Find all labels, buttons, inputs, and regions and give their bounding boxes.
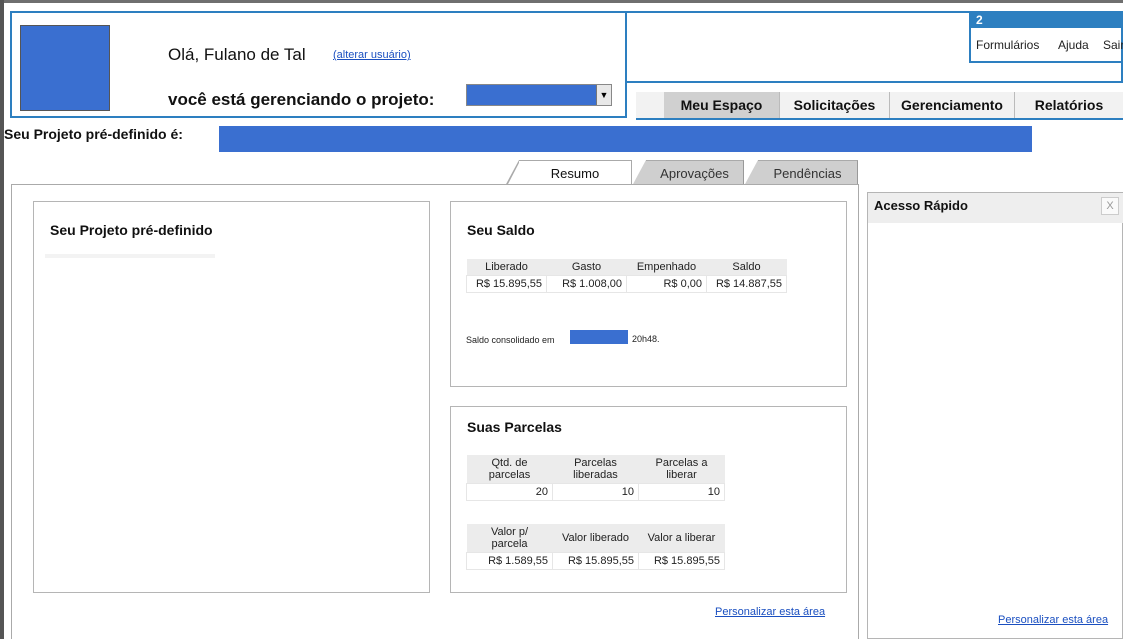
avatar: [20, 25, 110, 111]
nav-solicitacoes[interactable]: Solicitações: [780, 92, 890, 118]
value-parcelas-liberadas: 10: [552, 483, 639, 501]
default-project-value: [219, 126, 1032, 152]
left-border: [0, 0, 4, 639]
chevron-down-icon[interactable]: ▼: [596, 85, 611, 105]
balance-date: [570, 330, 628, 344]
menu-sair[interactable]: Sair: [1103, 38, 1123, 52]
value-valor-a-liberar: R$ 15.895,55: [638, 552, 725, 570]
balance-title: Seu Saldo: [467, 222, 535, 238]
customize-area-link[interactable]: Personalizar esta área: [715, 606, 825, 618]
installments-title: Suas Parcelas: [467, 419, 562, 435]
menu-formularios[interactable]: Formulários: [976, 38, 1039, 52]
col-liberado: Liberado: [466, 259, 547, 276]
quick-access-panel: [867, 192, 1123, 639]
value-gasto: R$ 1.008,00: [546, 275, 627, 293]
callout-badge: 2: [971, 13, 1121, 28]
balance-time: 20h48.: [632, 334, 660, 344]
col-valor-parcela: Valor p/ parcela: [466, 524, 553, 553]
value-valor-liberado: R$ 15.895,55: [552, 552, 639, 570]
value-saldo: R$ 14.887,55: [706, 275, 787, 293]
default-project-box: [33, 201, 430, 593]
greeting-text: Olá, Fulano de Tal: [168, 45, 306, 64]
nav-relatorios[interactable]: Relatórios: [1015, 92, 1123, 118]
tab-pendencias[interactable]: Pendências: [758, 160, 858, 186]
quick-access-title: Acesso Rápido: [874, 198, 968, 213]
col-parcelas-liberadas: Parcelas liberadas: [552, 455, 639, 484]
col-valor-liberado: Valor liberado: [552, 524, 639, 553]
installments-values-table: Valor p/ parcela Valor liberado Valor a …: [466, 524, 725, 570]
value-parcelas-a-liberar: 10: [638, 483, 725, 501]
default-project-label: Seu Projeto pré-definido é:: [4, 126, 183, 142]
col-saldo: Saldo: [706, 259, 787, 276]
menu-ajuda[interactable]: Ajuda: [1058, 38, 1089, 52]
col-parcelas-a-liberar: Parcelas a liberar: [638, 455, 725, 484]
managing-project-label: você está gerenciando o projeto:: [168, 90, 435, 109]
installments-table: Qtd. de parcelas Parcelas liberadas Parc…: [466, 455, 725, 501]
value-qtd-parcelas: 20: [466, 483, 553, 501]
quick-access-customize-link[interactable]: Personalizar esta área: [998, 614, 1108, 626]
balance-note: Saldo consolidado em: [466, 335, 555, 345]
change-user-link[interactable]: (alterar usuário): [333, 49, 411, 61]
balance-table: Liberado Gasto Empenhado Saldo R$ 15.895…: [466, 259, 787, 293]
default-project-title: Seu Projeto pré-definido: [50, 222, 213, 238]
tab-resumo[interactable]: Resumo: [519, 160, 632, 186]
project-select[interactable]: [466, 84, 612, 106]
value-valor-parcela: R$ 1.589,55: [466, 552, 553, 570]
col-gasto: Gasto: [546, 259, 627, 276]
tab-edge: [632, 160, 646, 186]
divider: [45, 254, 215, 258]
col-qtd-parcelas: Qtd. de parcelas: [466, 455, 553, 484]
tab-aprovacoes[interactable]: Aprovações: [646, 160, 744, 186]
nav-meu-espaco[interactable]: Meu Espaço: [664, 92, 780, 118]
col-empenhado: Empenhado: [626, 259, 707, 276]
value-liberado: R$ 15.895,55: [466, 275, 547, 293]
col-valor-a-liberar: Valor a liberar: [638, 524, 725, 553]
close-icon[interactable]: X: [1101, 197, 1119, 215]
nav-gerenciamento[interactable]: Gerenciamento: [890, 92, 1015, 118]
top-border: [0, 0, 1123, 3]
tab-edge: [744, 160, 758, 186]
value-empenhado: R$ 0,00: [626, 275, 707, 293]
